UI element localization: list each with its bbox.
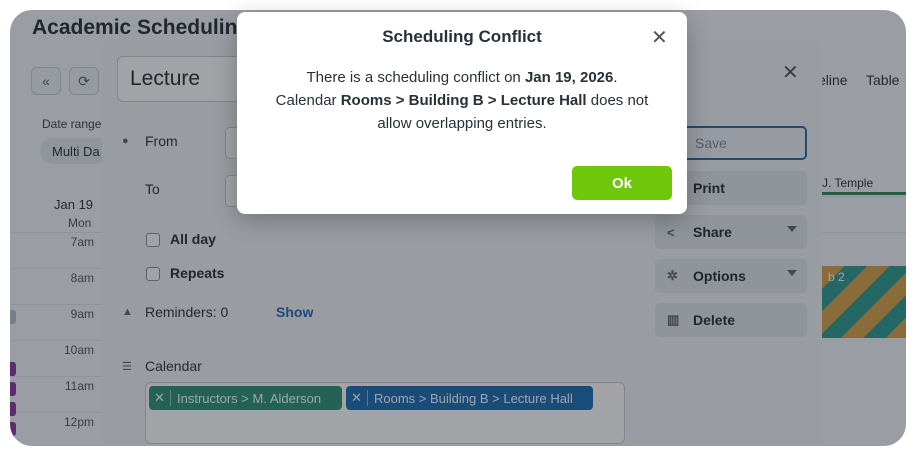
dialog-message: There is a scheduling conflict on Jan 19… — [275, 69, 649, 132]
message-text: There is a scheduling conflict on — [306, 69, 525, 86]
close-icon[interactable]: ✕ — [651, 27, 668, 49]
conflict-dialog: Scheduling Conflict ✕ There is a schedul… — [237, 12, 687, 214]
conflict-date: Jan 19, 2026 — [524, 69, 614, 86]
dialog-title: Scheduling Conflict — [382, 27, 542, 46]
conflict-calendar: Rooms > Building B > Lecture Hall — [340, 92, 587, 109]
message-text: Calendar — [275, 92, 341, 109]
ok-button[interactable]: Ok — [572, 166, 672, 200]
